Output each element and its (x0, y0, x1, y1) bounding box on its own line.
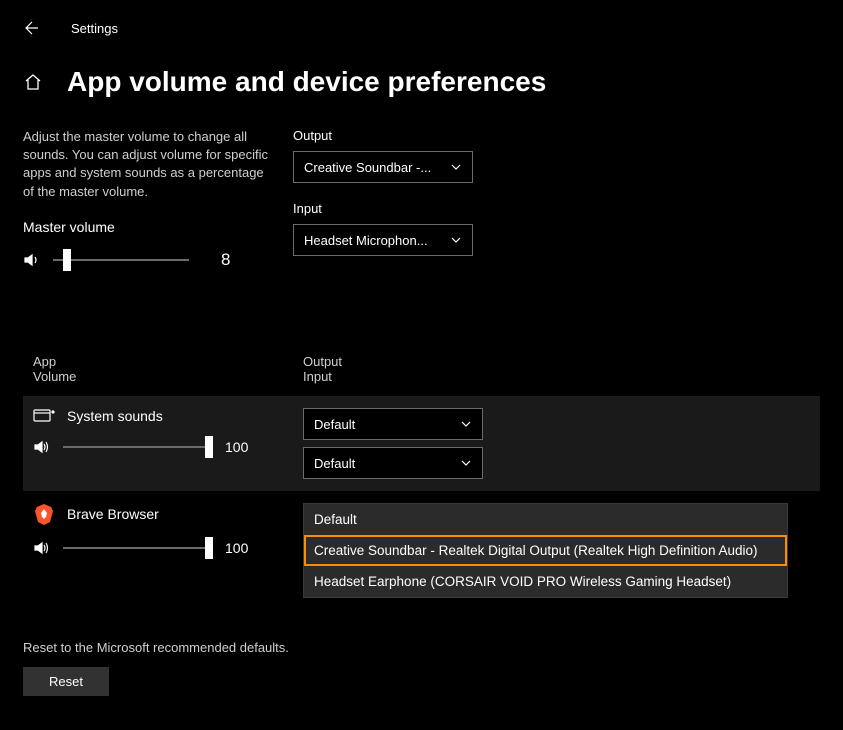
dropdown-option-headset[interactable]: Headset Earphone (CORSAIR VOID PRO Wirel… (304, 566, 787, 597)
system-sounds-icon (33, 408, 55, 424)
chevron-down-icon (460, 457, 472, 469)
output-label: Output (293, 128, 820, 143)
chevron-down-icon (450, 161, 462, 173)
speaker-icon (33, 438, 51, 456)
system-volume-value: 100 (225, 439, 248, 455)
system-output-value: Default (314, 417, 355, 432)
dropdown-option-soundbar[interactable]: Creative Soundbar - Realtek Digital Outp… (304, 535, 787, 566)
app-name-brave: Brave Browser (67, 506, 159, 522)
system-volume-slider[interactable] (63, 446, 213, 448)
input-select[interactable]: Headset Microphon... (293, 224, 473, 256)
master-description: Adjust the master volume to change all s… (23, 128, 273, 201)
reset-description: Reset to the Microsoft recommended defau… (23, 640, 820, 655)
input-label: Input (293, 201, 820, 216)
system-input-value: Default (314, 456, 355, 471)
apps-col-app: App (33, 354, 303, 369)
dropdown-option-default[interactable]: Default (304, 504, 787, 535)
app-name-system: System sounds (67, 408, 163, 424)
brave-volume-slider[interactable] (63, 547, 213, 549)
app-row-system-sounds: System sounds 100 Default (23, 396, 820, 491)
header-title: Settings (71, 21, 118, 36)
master-volume-value: 8 (221, 250, 230, 270)
output-selected-value: Creative Soundbar -... (304, 160, 431, 175)
output-select[interactable]: Creative Soundbar -... (293, 151, 473, 183)
system-output-select[interactable]: Default (303, 408, 483, 440)
brave-volume-value: 100 (225, 540, 248, 556)
input-selected-value: Headset Microphon... (304, 233, 428, 248)
master-volume-label: Master volume (23, 219, 273, 235)
speaker-icon (23, 251, 41, 269)
speaker-icon (33, 539, 51, 557)
chevron-down-icon (450, 234, 462, 246)
reset-button[interactable]: Reset (23, 667, 109, 696)
master-volume-slider[interactable] (53, 259, 189, 261)
home-icon[interactable] (23, 72, 67, 92)
page-title: App volume and device preferences (67, 66, 546, 98)
brave-icon (33, 503, 55, 525)
apps-col-output: Output (303, 354, 503, 369)
back-icon[interactable] (23, 20, 39, 36)
app-row-brave-browser: Brave Browser 100 Default Creative Sound… (23, 491, 820, 610)
chevron-down-icon (460, 418, 472, 430)
system-input-select[interactable]: Default (303, 447, 483, 479)
brave-output-dropdown[interactable]: Default Creative Soundbar - Realtek Digi… (303, 503, 788, 598)
apps-col-volume: Volume (33, 369, 303, 384)
apps-col-input: Input (303, 369, 503, 384)
